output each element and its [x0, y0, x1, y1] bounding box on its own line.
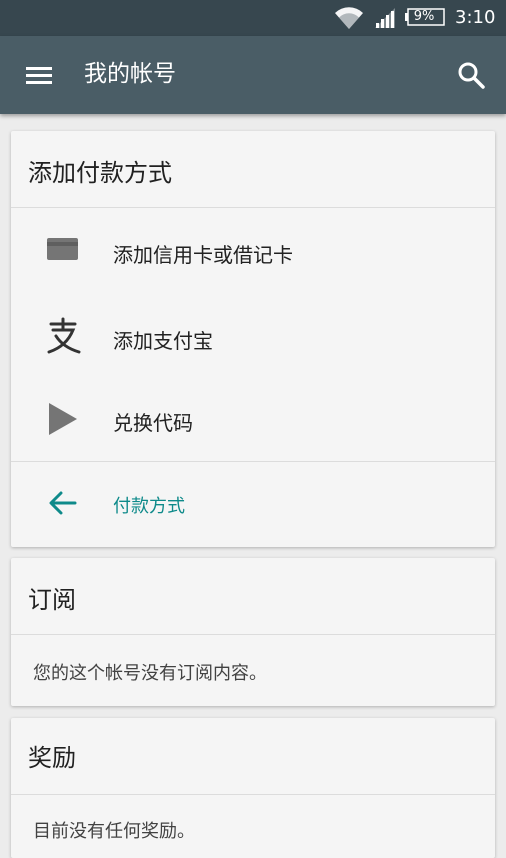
- payment-card-title: 添加付款方式: [28, 159, 172, 187]
- battery-level: 9%: [413, 9, 435, 24]
- payment-methods-link[interactable]: 付款方式: [11, 462, 495, 547]
- add-alipay-option[interactable]: 添加支付宝: [11, 292, 495, 378]
- rewards-card: 奖励 目前没有任何奖励。: [11, 718, 495, 858]
- add-card-label: 添加信用卡或借记卡: [113, 243, 293, 267]
- payment-methods-card: 添加付款方式 添加信用卡或借记卡 添加支付宝 兑换代码 付款方式: [11, 131, 495, 547]
- wifi-icon: [335, 7, 363, 29]
- search-icon[interactable]: [456, 60, 486, 90]
- divider: [11, 794, 495, 795]
- credit-card-icon: [47, 238, 78, 260]
- add-card-option[interactable]: 添加信用卡或借记卡: [11, 208, 495, 292]
- menu-icon[interactable]: [24, 60, 54, 90]
- rewards-card-title: 奖励: [28, 744, 76, 772]
- alipay-icon: [47, 317, 81, 354]
- divider: [11, 634, 495, 635]
- status-bar: 9% 3:10: [0, 0, 506, 36]
- redeem-code-option[interactable]: 兑换代码: [11, 378, 495, 460]
- app-bar: 我的帐号: [0, 36, 506, 114]
- play-icon: [49, 403, 77, 435]
- subscriptions-empty-text: 您的这个帐号没有订阅内容。: [33, 663, 267, 684]
- subscriptions-card: 订阅 您的这个帐号没有订阅内容。: [11, 558, 495, 706]
- payment-methods-link-label: 付款方式: [113, 496, 185, 517]
- redeem-code-label: 兑换代码: [113, 411, 193, 435]
- back-arrow-icon: [49, 491, 77, 515]
- subscriptions-card-title: 订阅: [28, 586, 76, 614]
- status-time: 3:10: [455, 7, 496, 28]
- rewards-empty-text: 目前没有任何奖励。: [33, 821, 195, 842]
- page-title: 我的帐号: [84, 61, 176, 87]
- signal-icon: [375, 8, 395, 28]
- add-alipay-label: 添加支付宝: [113, 329, 213, 353]
